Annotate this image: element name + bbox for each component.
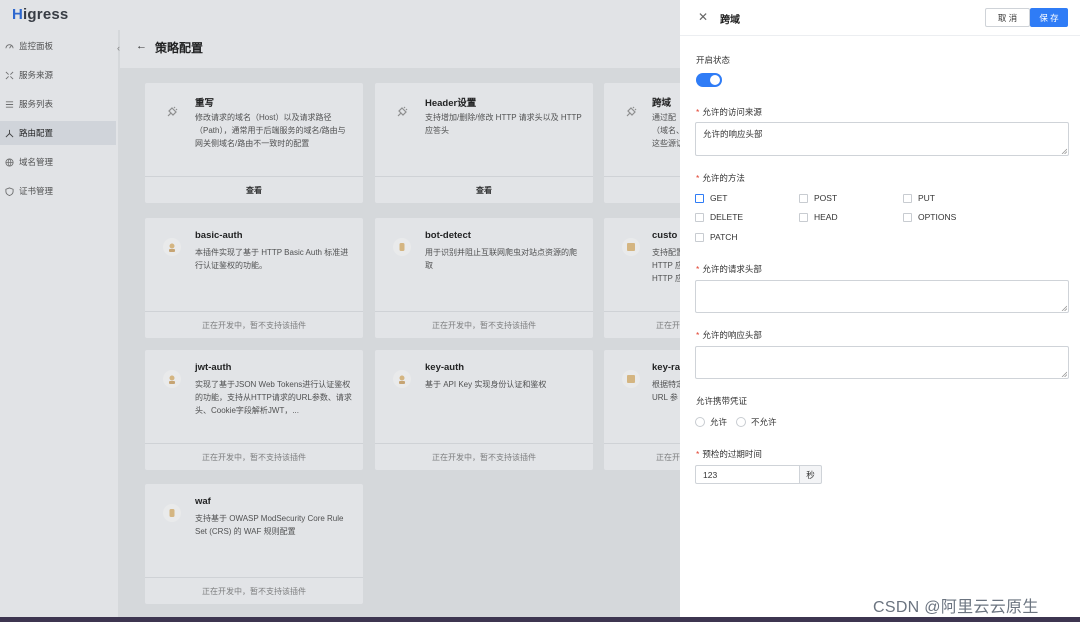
method-checkbox-patch[interactable]: PATCH bbox=[695, 232, 738, 242]
allowed-response-headers-textarea[interactable] bbox=[695, 346, 1069, 379]
max-age-input[interactable]: 123 bbox=[695, 465, 800, 484]
method-checkbox-post[interactable]: POST bbox=[799, 193, 837, 203]
method-checkbox-delete[interactable]: DELETE bbox=[695, 212, 743, 222]
allowed-request-headers-label: * 允许的请求头部 bbox=[696, 264, 762, 274]
toggle-knob bbox=[710, 75, 720, 85]
allowed-methods-label: * 允许的方法 bbox=[696, 173, 745, 183]
method-checkbox-get[interactable]: GET bbox=[695, 193, 727, 203]
close-icon[interactable]: ✕ bbox=[698, 10, 708, 24]
credentials-radio-deny[interactable]: 不允许 bbox=[736, 416, 777, 428]
method-checkbox-options[interactable]: OPTIONS bbox=[903, 212, 956, 222]
enable-status-toggle[interactable] bbox=[696, 73, 722, 87]
bottom-strip bbox=[0, 617, 1080, 622]
drawer-header: ✕ 跨域 取 消 保 存 bbox=[680, 0, 1080, 36]
max-age-label: * 预检的过期时间 bbox=[696, 449, 762, 459]
cors-config-drawer: ✕ 跨域 取 消 保 存 开启状态 * 允许的访问来源 允许的响应头部 * 允许的方… bbox=[680, 0, 1080, 622]
enable-status-label: 开启状态 bbox=[696, 55, 731, 65]
resize-grip-icon[interactable] bbox=[1061, 148, 1067, 154]
allow-credentials-label: 允许携带凭证 bbox=[696, 396, 748, 406]
save-button[interactable]: 保 存 bbox=[1030, 8, 1068, 27]
max-age-unit: 秒 bbox=[799, 465, 822, 484]
csdn-watermark: CSDN @阿里云云原生 bbox=[873, 599, 1039, 616]
allowed-origins-textarea[interactable]: 允许的响应头部 bbox=[695, 122, 1069, 156]
resize-grip-icon[interactable] bbox=[1061, 371, 1067, 377]
cancel-button[interactable]: 取 消 bbox=[985, 8, 1030, 27]
drawer-mask[interactable] bbox=[0, 0, 680, 622]
allowed-response-headers-label: * 允许的响应头部 bbox=[696, 330, 762, 340]
allowed-origins-label: * 允许的访问来源 bbox=[696, 107, 762, 117]
method-checkbox-head[interactable]: HEAD bbox=[799, 212, 838, 222]
credentials-radio-allow[interactable]: 允许 bbox=[695, 416, 727, 428]
method-checkbox-put[interactable]: PUT bbox=[903, 193, 935, 203]
allowed-request-headers-textarea[interactable] bbox=[695, 280, 1069, 313]
allowed-origins-value: 允许的响应头部 bbox=[703, 129, 763, 139]
resize-grip-icon[interactable] bbox=[1061, 305, 1067, 311]
drawer-title: 跨域 bbox=[720, 15, 740, 26]
